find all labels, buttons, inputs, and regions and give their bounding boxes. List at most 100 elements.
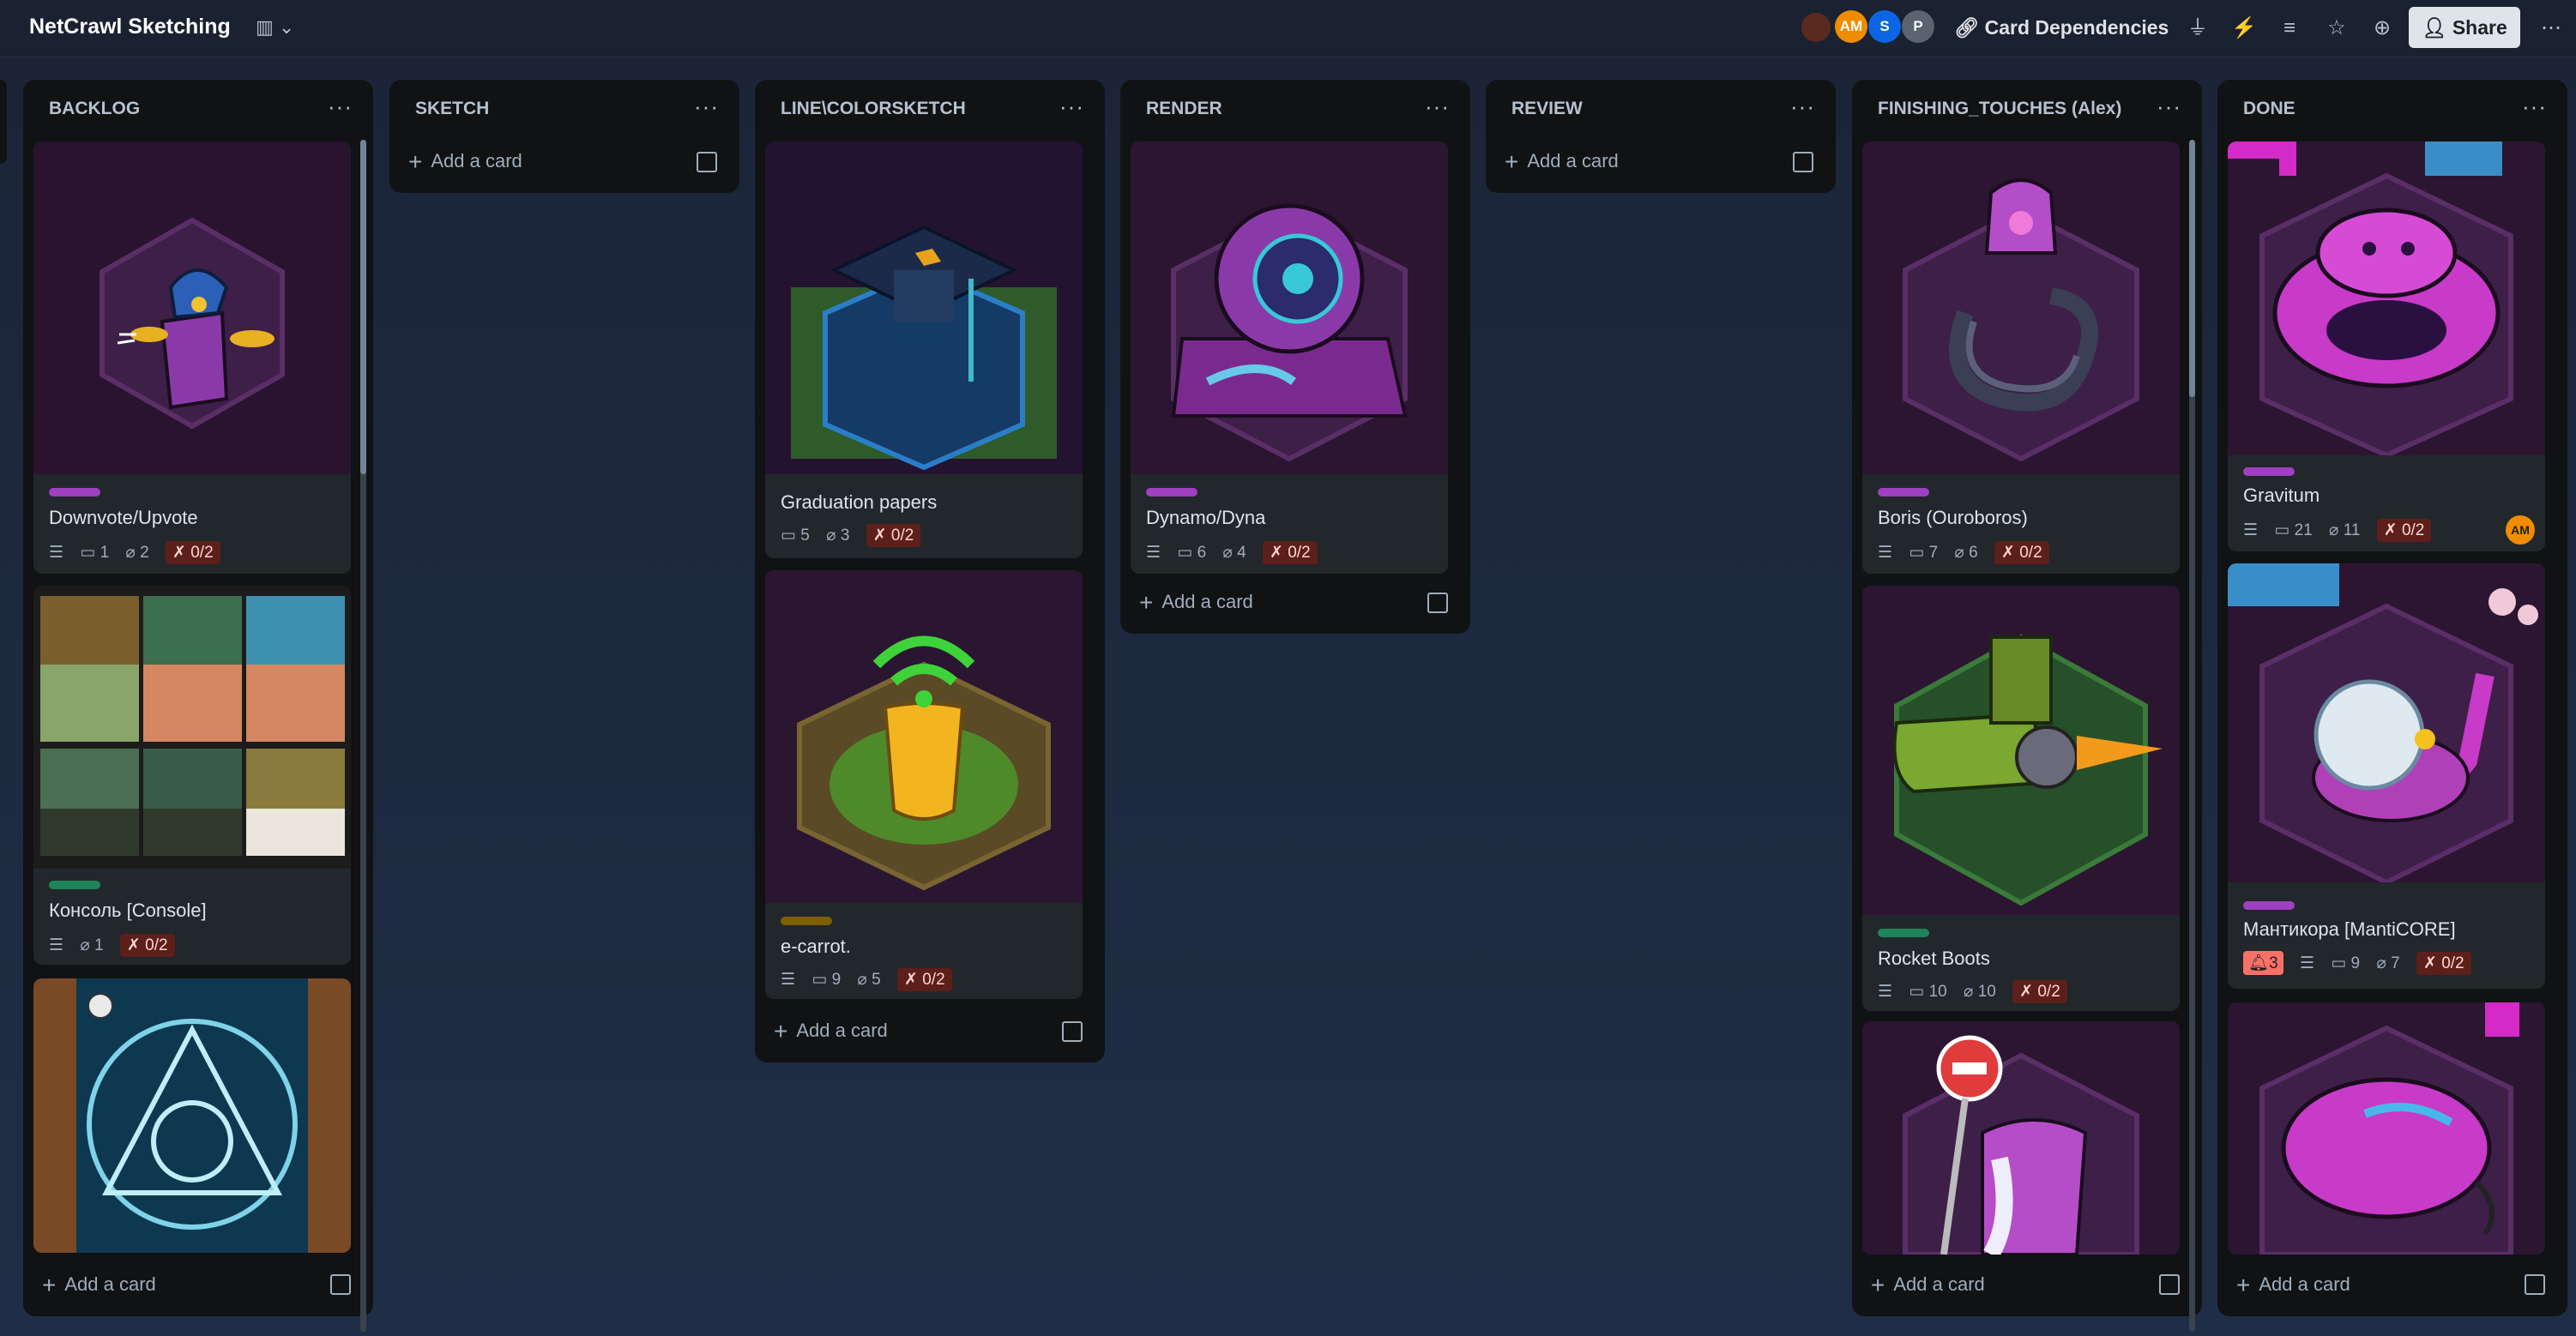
- list-render: RENDER ··· Dynamo/Dyna ☰ ▭ 6 ⌀ 4 ✗ 0/2 +…: [1120, 80, 1470, 634]
- label-yellow[interactable]: [781, 917, 832, 925]
- list-done: DONE ··· Gravitum ☰ ▭ 21 ⌀ 11 ✗ 0/2 AM М…: [2217, 80, 2567, 1316]
- add-card-button[interactable]: + Add a card: [1505, 148, 1619, 176]
- description-icon: ☰: [1878, 544, 1893, 562]
- card[interactable]: Graduation papers ▭ 5 ⌀ 3 ✗ 0/2: [765, 141, 1083, 558]
- automation-icon[interactable]: ⚡: [2230, 15, 2258, 42]
- create-from-template-icon[interactable]: [1427, 593, 1448, 613]
- checklist-icon: ✗: [172, 544, 186, 562]
- list-menu-icon[interactable]: ···: [1425, 93, 1450, 120]
- create-from-template-icon[interactable]: [330, 1274, 351, 1295]
- scrollbar[interactable]: [2189, 140, 2195, 1332]
- list-menu-icon[interactable]: ···: [2522, 93, 2547, 120]
- plus-icon: +: [408, 148, 423, 175]
- card-title: Dynamo/Dyna: [1146, 507, 1266, 528]
- list-title[interactable]: FINISHING_TOUCHES (Alex): [1878, 99, 2121, 119]
- label-purple[interactable]: [2243, 467, 2295, 476]
- card-title: Graduation papers: [781, 491, 938, 513]
- share-button[interactable]: 👤︎ Share: [2409, 7, 2520, 48]
- card[interactable]: Gravitum ☰ ▭ 21 ⌀ 11 ✗ 0/2 AM: [2228, 141, 2545, 551]
- power-ups-icon[interactable]: ⏚: [2184, 15, 2211, 42]
- star-icon[interactable]: ☆: [2323, 15, 2350, 42]
- comment-icon: ▭: [781, 527, 796, 545]
- add-card-button[interactable]: + Add a card: [2236, 1272, 2350, 1299]
- card-member-avatar[interactable]: AM: [2506, 515, 2535, 545]
- list-title[interactable]: REVIEW: [1511, 99, 1583, 119]
- plus-icon: +: [2236, 1272, 2251, 1298]
- list-review: REVIEW ··· + Add a card: [1486, 80, 1836, 193]
- label-green[interactable]: [1878, 929, 1929, 937]
- more-menu-icon[interactable]: ⋯: [2537, 15, 2565, 42]
- card[interactable]: Мантикора [MantiCORE] 🔔︎3 ☰ ▭ 9 ⌀ 7 ✗ 0/…: [2228, 563, 2545, 989]
- card[interactable]: e-carrot. ☰ ▭ 9 ⌀ 5 ✗ 0/2: [765, 570, 1083, 999]
- checklist-count: 0/2: [2019, 544, 2042, 562]
- create-from-template-icon[interactable]: [697, 152, 717, 172]
- visibility-globe-icon[interactable]: ⊕: [2368, 15, 2396, 42]
- add-card-button[interactable]: + Add a card: [408, 148, 522, 176]
- avatar-p[interactable]: P: [1902, 10, 1934, 43]
- add-card-button[interactable]: + Add a card: [1871, 1272, 1985, 1299]
- card[interactable]: Downvote/Upvote ☰ ▭ 1 ⌀ 2 ✗ 0/2: [33, 141, 351, 574]
- label-purple[interactable]: [1146, 488, 1198, 496]
- avatar-am[interactable]: AM: [1835, 10, 1867, 43]
- notifications-count: 3: [2269, 954, 2278, 972]
- filter-icon[interactable]: ≡: [2276, 15, 2303, 42]
- checklist-badge: ✗ 0/2: [166, 541, 220, 564]
- comment-icon: ▭: [1909, 983, 1925, 1001]
- card-dependencies-button[interactable]: 🔗︎ Card Dependencies: [1954, 16, 2169, 39]
- list-menu-icon[interactable]: ···: [328, 93, 353, 120]
- card[interactable]: [33, 978, 351, 1253]
- list-menu-icon[interactable]: ···: [694, 93, 719, 120]
- label-purple[interactable]: [1878, 488, 1929, 496]
- attachments-count: 1: [94, 936, 104, 954]
- label-purple[interactable]: [49, 488, 100, 496]
- comments-count: 1: [100, 544, 110, 562]
- list-menu-icon[interactable]: ···: [2157, 93, 2181, 120]
- list-title[interactable]: RENDER: [1146, 99, 1222, 119]
- create-from-template-icon[interactable]: [2525, 1274, 2545, 1295]
- scrollbar[interactable]: [360, 140, 366, 1332]
- card[interactable]: Консоль [Console] ☰ ⌀ 1 ✗ 0/2: [33, 586, 351, 965]
- comments-badge: ▭ 9: [811, 970, 841, 990]
- list-title[interactable]: LINE\COLORSKETCH: [781, 99, 966, 119]
- add-card-button[interactable]: + Add a card: [774, 1018, 888, 1045]
- create-from-template-icon[interactable]: [2159, 1274, 2180, 1295]
- add-card-label: Add a card: [64, 1273, 156, 1295]
- card-cover-image: [2228, 141, 2545, 455]
- list-finishing-touches: FINISHING_TOUCHES (Alex) ··· Boris (Ouro…: [1852, 80, 2202, 1332]
- create-from-template-icon[interactable]: [1793, 152, 1813, 172]
- card[interactable]: [2228, 1002, 2545, 1255]
- card-badges: 🔔︎3 ☰ ▭ 9 ⌀ 7 ✗ 0/2: [2243, 951, 2471, 978]
- label-purple[interactable]: [2243, 901, 2295, 910]
- add-card-label: Add a card: [1527, 150, 1619, 172]
- list-menu-icon[interactable]: ···: [1790, 93, 1815, 120]
- card[interactable]: Boris (Ouroboros) ☰ ▭ 7 ⌀ 6 ✗ 0/2: [1862, 141, 2180, 574]
- board-title[interactable]: NetCrawl Sketching: [29, 15, 231, 39]
- card-title: Консоль [Console]: [49, 900, 207, 921]
- avatar-s[interactable]: S: [1868, 10, 1901, 43]
- card[interactable]: Dynamo/Dyna ☰ ▭ 6 ⌀ 4 ✗ 0/2: [1131, 141, 1448, 574]
- notifications-badge: 🔔︎3: [2243, 951, 2283, 975]
- label-green[interactable]: [49, 881, 100, 889]
- comment-icon: ▭: [2274, 521, 2290, 539]
- list-menu-icon[interactable]: ···: [1059, 93, 1084, 120]
- attachments-count: 7: [2391, 954, 2400, 972]
- checklist-icon: ✗: [2001, 544, 2015, 562]
- list-title[interactable]: BACKLOG: [49, 99, 140, 119]
- comments-count: 5: [800, 527, 810, 545]
- card-dependencies-label: Card Dependencies: [1984, 16, 2169, 39]
- card[interactable]: Rocket Boots ☰ ▭ 10 ⌀ 10 ✗ 0/2: [1862, 586, 2180, 1011]
- checklist-icon: ✗: [2019, 983, 2034, 1001]
- attachments-count: 6: [1969, 544, 1978, 562]
- list-title[interactable]: DONE: [2243, 99, 2295, 119]
- paperclip-icon: ⌀: [1222, 544, 1233, 562]
- view-switcher[interactable]: ▥ ⌄: [256, 16, 294, 39]
- attachments-badge: ⌀ 7: [2376, 954, 2399, 973]
- board-members-icon[interactable]: [1800, 11, 1832, 44]
- card[interactable]: [1862, 1021, 2180, 1255]
- add-card-button[interactable]: + Add a card: [1139, 589, 1253, 617]
- list-title[interactable]: SKETCH: [415, 99, 489, 119]
- add-card-button[interactable]: + Add a card: [42, 1272, 156, 1299]
- attachments-count: 4: [1237, 544, 1246, 562]
- create-from-template-icon[interactable]: [1062, 1021, 1083, 1042]
- card-badges: ☰ ▭ 7 ⌀ 6 ✗ 0/2: [1878, 541, 2049, 569]
